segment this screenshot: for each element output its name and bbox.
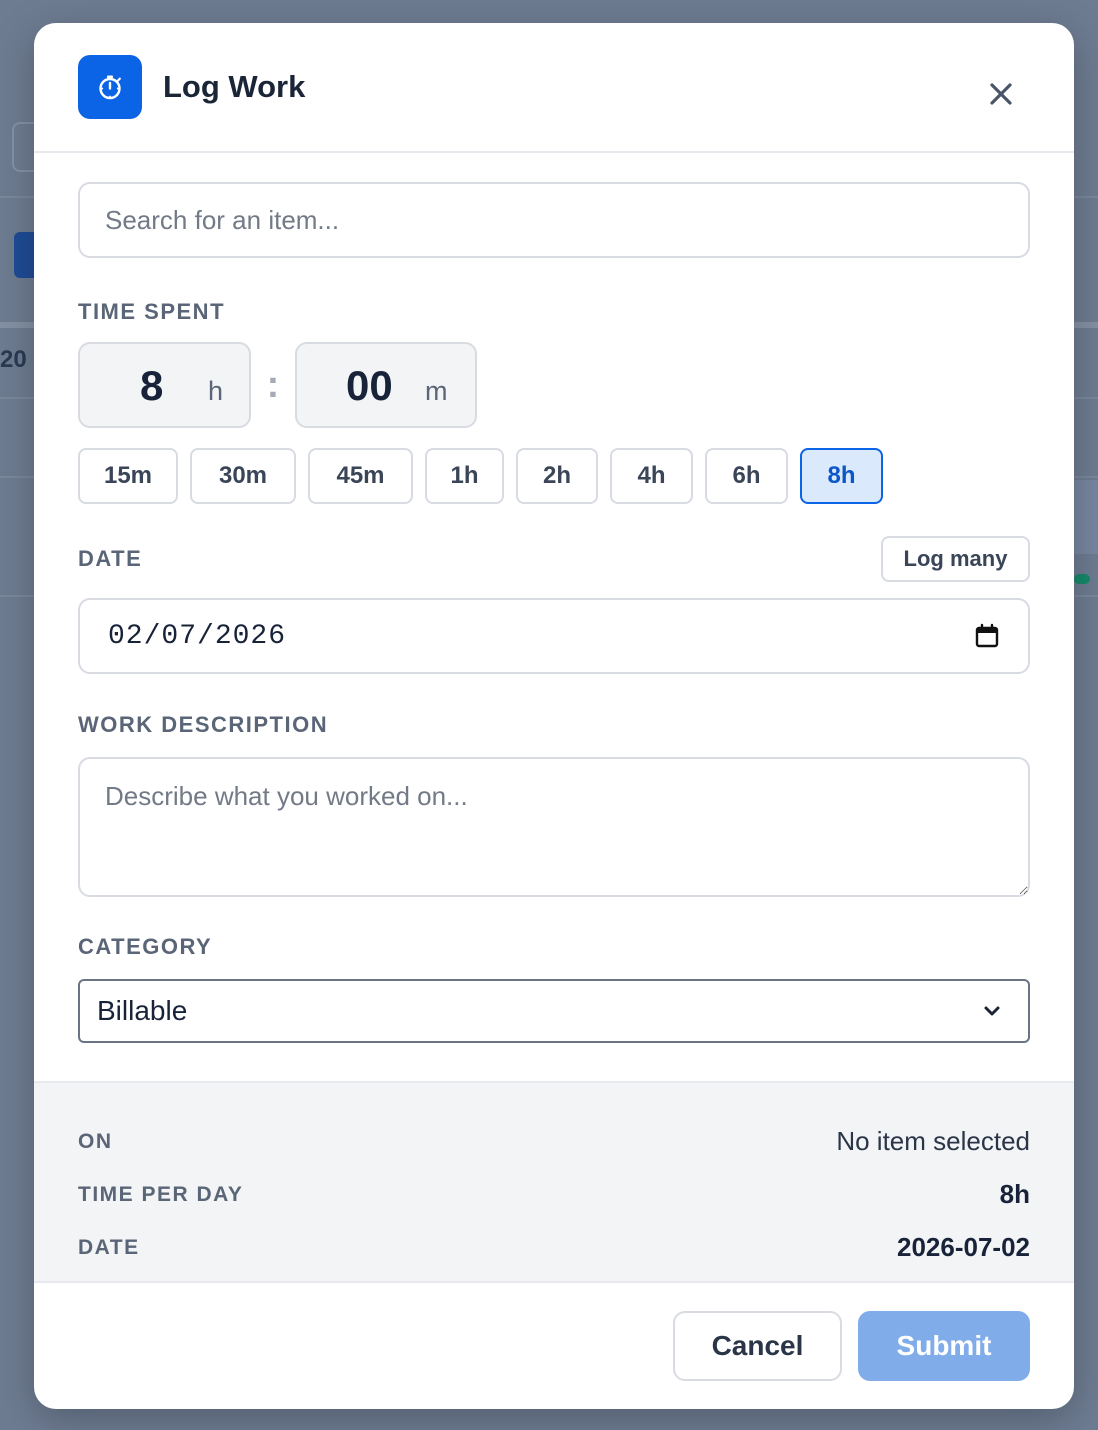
summary-value: 2026-07-02 — [897, 1232, 1030, 1262]
cancel-button[interactable]: Cancel — [673, 1311, 842, 1381]
calendar-icon[interactable] — [974, 623, 1000, 649]
minutes-value: 00 — [346, 362, 393, 409]
preset-1h-button[interactable]: 1h — [425, 448, 504, 504]
background-text: 20 — [0, 346, 27, 373]
category-select[interactable]: Billable — [78, 979, 1030, 1043]
summary-panel: ON No item selected TIME PER DAY 8h DATE… — [34, 1081, 1074, 1283]
item-search-input[interactable] — [78, 182, 1030, 258]
log-work-modal: Log Work TIME SPENT 8 h : 00 m 15m 30m 4… — [34, 23, 1074, 1409]
minutes-input[interactable]: 00 m — [295, 342, 477, 428]
preset-8h-button[interactable]: 8h — [800, 448, 883, 504]
minutes-unit: m — [425, 376, 448, 406]
preset-15m-button[interactable]: 15m — [78, 448, 178, 504]
hours-unit: h — [208, 376, 224, 406]
modal-footer: Cancel Submit — [34, 1283, 1074, 1409]
hours-value: 8 — [140, 362, 164, 409]
date-value: 02/07/2026 — [108, 620, 287, 652]
summary-row-date: DATE 2026-07-02 — [78, 1221, 1030, 1274]
category-label: CATEGORY — [78, 934, 213, 959]
summary-row-time-per-day: TIME PER DAY 8h — [78, 1168, 1030, 1221]
work-description-label: WORK DESCRIPTION — [78, 712, 329, 737]
log-many-button[interactable]: Log many — [881, 536, 1030, 582]
preset-2h-button[interactable]: 2h — [516, 448, 598, 504]
background-status-pill — [1074, 574, 1090, 584]
work-description-textarea[interactable] — [78, 757, 1030, 897]
time-spent-row: 8 h : 00 m — [78, 342, 1030, 428]
modal-header: Log Work — [34, 23, 1074, 153]
date-label: DATE — [78, 546, 143, 571]
time-separator: : — [266, 363, 280, 406]
modal-title: Log Work — [163, 69, 306, 104]
time-presets: 15m 30m 45m 1h 2h 4h 6h 8h — [78, 448, 1030, 504]
summary-label: ON — [78, 1129, 113, 1153]
date-header: DATE Log many — [78, 536, 1030, 582]
submit-button[interactable]: Submit — [858, 1311, 1030, 1381]
chevron-down-icon — [984, 1006, 1000, 1016]
summary-value: No item selected — [836, 1126, 1030, 1156]
summary-label: DATE — [78, 1235, 140, 1259]
close-button[interactable] — [986, 79, 1016, 109]
summary-value: 8h — [999, 1179, 1030, 1209]
time-spent-label: TIME SPENT — [78, 299, 226, 324]
modal-body: TIME SPENT 8 h : 00 m 15m 30m 45m 1h 2h … — [34, 153, 1074, 1043]
preset-4h-button[interactable]: 4h — [610, 448, 693, 504]
preset-45m-button[interactable]: 45m — [308, 448, 413, 504]
summary-label: TIME PER DAY — [78, 1182, 244, 1206]
stopwatch-icon — [78, 55, 142, 119]
summary-row-on: ON No item selected — [78, 1115, 1030, 1168]
category-selected-value: Billable — [97, 995, 188, 1026]
date-input[interactable]: 02/07/2026 — [78, 598, 1030, 674]
preset-30m-button[interactable]: 30m — [190, 448, 296, 504]
close-icon — [990, 83, 1012, 105]
preset-6h-button[interactable]: 6h — [705, 448, 788, 504]
hours-input[interactable]: 8 h — [78, 342, 251, 428]
background-block — [1074, 480, 1098, 554]
